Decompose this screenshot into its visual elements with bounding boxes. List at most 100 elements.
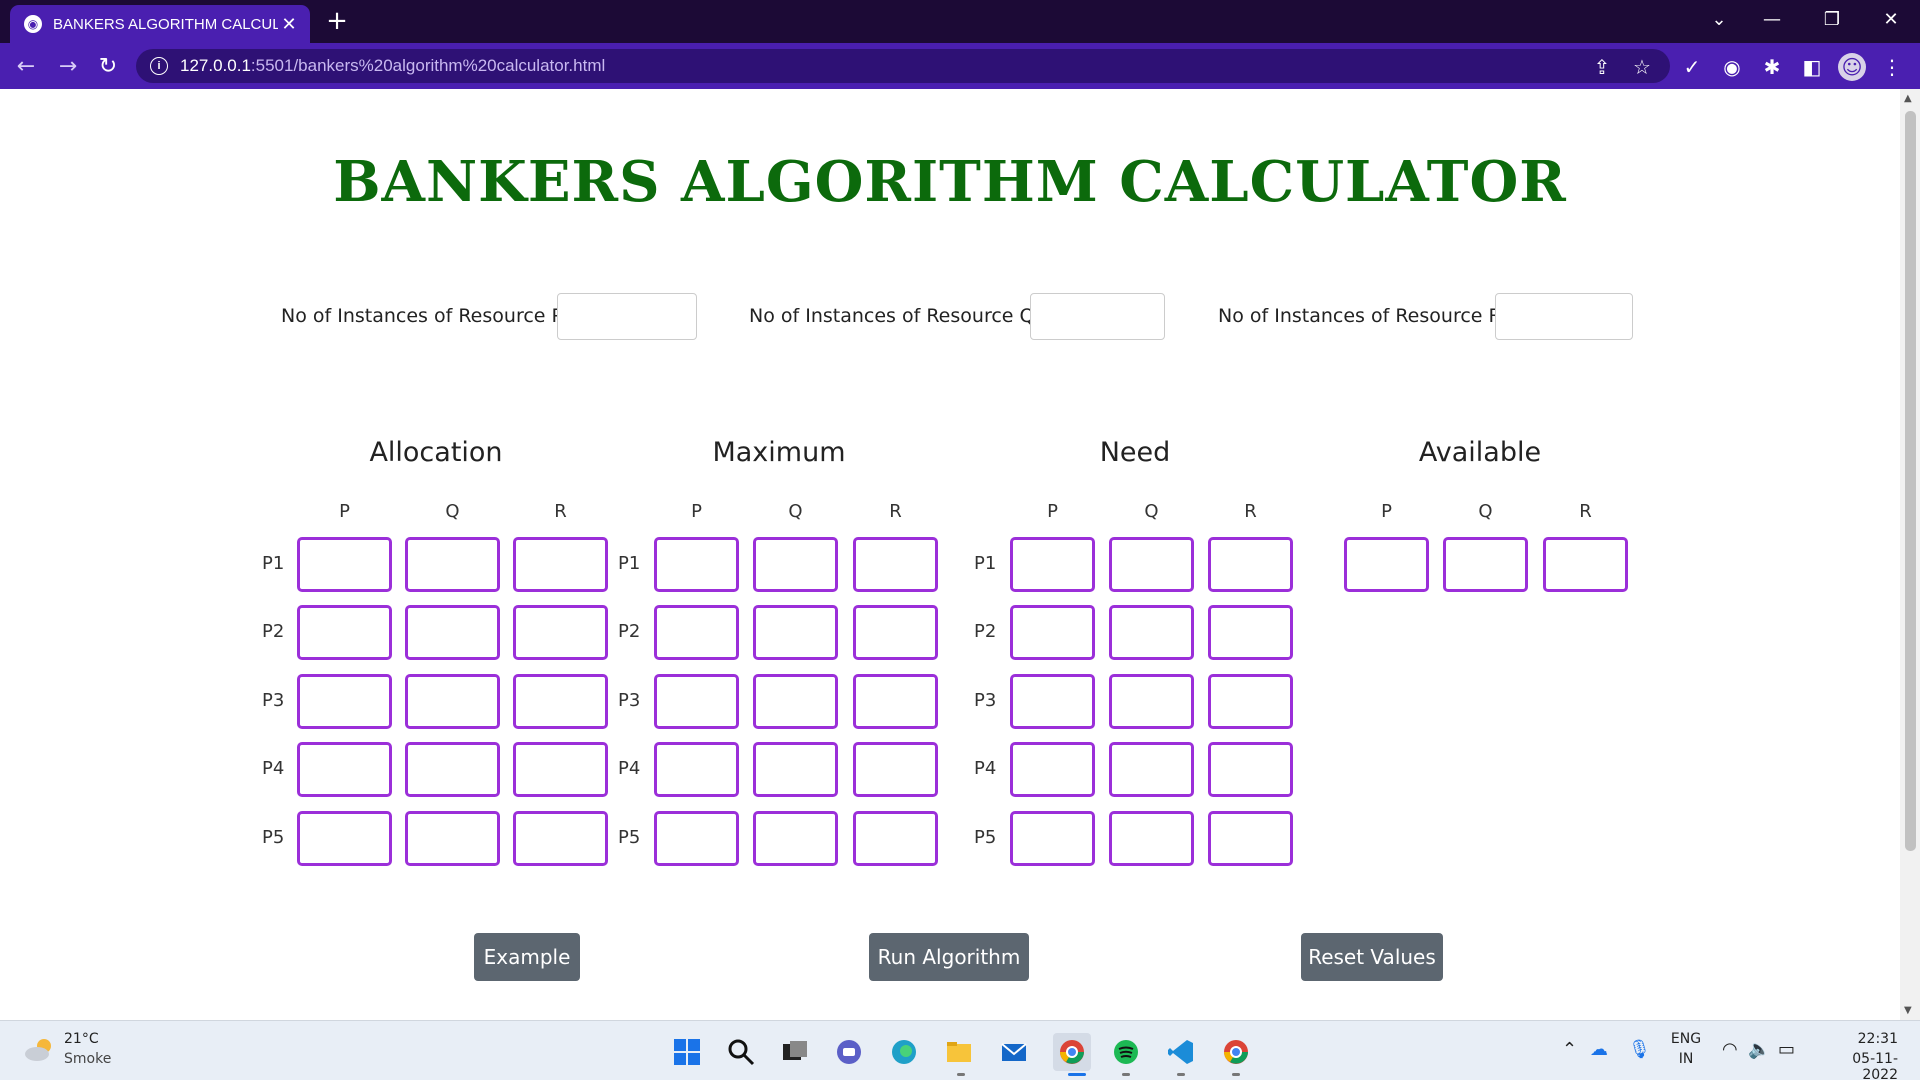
windows-start-icon[interactable] — [671, 1036, 703, 1068]
need-input-p4-r[interactable] — [1208, 742, 1293, 797]
page-scrollbar[interactable]: ▲ ▼ — [1900, 89, 1920, 1020]
extensions-puzzle-icon[interactable]: ✱ — [1758, 53, 1786, 81]
chrome-profile-icon[interactable] — [1053, 1033, 1091, 1071]
chrome-icon[interactable] — [1220, 1036, 1252, 1068]
need-input-p2-q[interactable] — [1109, 605, 1194, 660]
reload-icon[interactable]: ↻ — [92, 50, 124, 82]
tab-search-icon[interactable]: ⌄ — [1694, 0, 1744, 38]
available-input-p1-q[interactable] — [1443, 537, 1528, 592]
maximum-input-p2-q[interactable] — [753, 605, 838, 660]
need-input-p3-q[interactable] — [1109, 674, 1194, 729]
spotify-icon[interactable] — [1110, 1036, 1142, 1068]
maximum-input-p3-r[interactable] — [853, 674, 938, 729]
need-input-p1-r[interactable] — [1208, 537, 1293, 592]
scroll-down-icon[interactable]: ▼ — [1904, 1005, 1912, 1016]
need-input-p4-p[interactable] — [1010, 742, 1095, 797]
browser-titlebar: ◉ BANKERS ALGORITHM CALCULA ✕ + ⌄ — ❐ ✕ — [0, 0, 1920, 43]
restore-icon[interactable]: ❐ — [1807, 0, 1857, 38]
allocation-input-p5-q[interactable] — [405, 811, 500, 866]
allocation-input-p3-p[interactable] — [297, 674, 392, 729]
maximum-input-p5-p[interactable] — [654, 811, 739, 866]
allocation-input-p3-q[interactable] — [405, 674, 500, 729]
run-algorithm-button[interactable]: Run Algorithm — [869, 933, 1029, 981]
maximum-input-p5-r[interactable] — [853, 811, 938, 866]
allocation-input-p4-q[interactable] — [405, 742, 500, 797]
need-input-p2-r[interactable] — [1208, 605, 1293, 660]
available-input-p1-p[interactable] — [1344, 537, 1429, 592]
example-button[interactable]: Example — [474, 933, 580, 981]
mail-icon[interactable] — [998, 1036, 1030, 1068]
maximum-col-header: P — [691, 501, 702, 522]
need-input-p2-p[interactable] — [1010, 605, 1095, 660]
address-bar[interactable]: i 127.0.0.1:5501/bankers%20algorithm%20c… — [136, 49, 1670, 83]
scrollbar-thumb[interactable] — [1905, 111, 1916, 851]
close-tab-icon[interactable]: ✕ — [278, 14, 300, 35]
maximum-input-p3-q[interactable] — [753, 674, 838, 729]
need-input-p5-p[interactable] — [1010, 811, 1095, 866]
language-indicator[interactable]: ENG — [1668, 1031, 1704, 1047]
share-icon[interactable]: ⇪ — [1588, 53, 1616, 81]
weather-moon-cloud-icon[interactable] — [24, 1037, 54, 1063]
scroll-up-icon[interactable]: ▲ — [1904, 93, 1912, 104]
resource-p-input[interactable] — [557, 293, 697, 340]
allocation-input-p3-r[interactable] — [513, 674, 608, 729]
allocation-input-p2-p[interactable] — [297, 605, 392, 660]
reset-values-button[interactable]: Reset Values — [1301, 933, 1443, 981]
bookmark-star-icon[interactable]: ☆ — [1628, 53, 1656, 81]
resource-r-input[interactable] — [1495, 293, 1633, 340]
need-input-p1-q[interactable] — [1109, 537, 1194, 592]
maximum-input-p5-q[interactable] — [753, 811, 838, 866]
cursor-extension-icon[interactable]: ◉ — [1718, 53, 1746, 81]
minimize-icon[interactable]: — — [1747, 0, 1797, 38]
clock-time[interactable]: 22:31 — [1838, 1031, 1898, 1047]
menu-kebab-icon[interactable]: ⋮ — [1878, 53, 1906, 81]
profile-avatar[interactable]: ☺ — [1838, 53, 1866, 81]
resource-q-input[interactable] — [1030, 293, 1165, 340]
wifi-icon[interactable]: ◠ — [1722, 1039, 1738, 1060]
need-input-p3-p[interactable] — [1010, 674, 1095, 729]
onedrive-cloud-icon[interactable]: ☁ — [1590, 1039, 1608, 1060]
maximum-input-p3-p[interactable] — [654, 674, 739, 729]
vscode-icon[interactable] — [1165, 1036, 1197, 1068]
maximum-input-p2-r[interactable] — [853, 605, 938, 660]
maximum-input-p1-r[interactable] — [853, 537, 938, 592]
checkmark-extension-icon[interactable]: ✓ — [1678, 53, 1706, 81]
allocation-input-p5-p[interactable] — [297, 811, 392, 866]
maximum-input-p1-q[interactable] — [753, 537, 838, 592]
maximum-input-p4-p[interactable] — [654, 742, 739, 797]
microphone-icon[interactable]: 🎙 — [1628, 1039, 1651, 1060]
browser-tab[interactable]: ◉ BANKERS ALGORITHM CALCULA ✕ — [10, 5, 310, 43]
new-tab-icon[interactable]: + — [322, 6, 352, 36]
volume-icon[interactable]: 🔈 — [1748, 1039, 1770, 1060]
allocation-input-p1-p[interactable] — [297, 537, 392, 592]
edge-browser-icon[interactable] — [888, 1036, 920, 1068]
allocation-input-p4-p[interactable] — [297, 742, 392, 797]
back-icon[interactable]: ← — [10, 50, 42, 82]
file-explorer-icon[interactable] — [943, 1036, 975, 1068]
allocation-input-p2-q[interactable] — [405, 605, 500, 660]
allocation-input-p2-r[interactable] — [513, 605, 608, 660]
task-view-icon[interactable] — [779, 1036, 811, 1068]
maximum-input-p4-r[interactable] — [853, 742, 938, 797]
maximum-input-p1-p[interactable] — [654, 537, 739, 592]
forward-icon[interactable]: → — [52, 50, 84, 82]
allocation-input-p1-q[interactable] — [405, 537, 500, 592]
teams-chat-icon[interactable] — [833, 1036, 865, 1068]
maximum-input-p4-q[interactable] — [753, 742, 838, 797]
show-hidden-icons-icon[interactable]: ⌃ — [1562, 1039, 1577, 1060]
battery-icon[interactable]: ▭ — [1778, 1039, 1795, 1060]
allocation-input-p4-r[interactable] — [513, 742, 608, 797]
info-icon[interactable]: i — [150, 57, 168, 75]
allocation-input-p1-r[interactable] — [513, 537, 608, 592]
need-input-p5-r[interactable] — [1208, 811, 1293, 866]
maximum-input-p2-p[interactable] — [654, 605, 739, 660]
available-input-p1-r[interactable] — [1543, 537, 1628, 592]
need-input-p1-p[interactable] — [1010, 537, 1095, 592]
allocation-input-p5-r[interactable] — [513, 811, 608, 866]
need-input-p4-q[interactable] — [1109, 742, 1194, 797]
need-input-p5-q[interactable] — [1109, 811, 1194, 866]
search-icon[interactable] — [725, 1036, 757, 1068]
side-panel-icon[interactable]: ◧ — [1798, 53, 1826, 81]
close-window-icon[interactable]: ✕ — [1866, 0, 1916, 38]
need-input-p3-r[interactable] — [1208, 674, 1293, 729]
